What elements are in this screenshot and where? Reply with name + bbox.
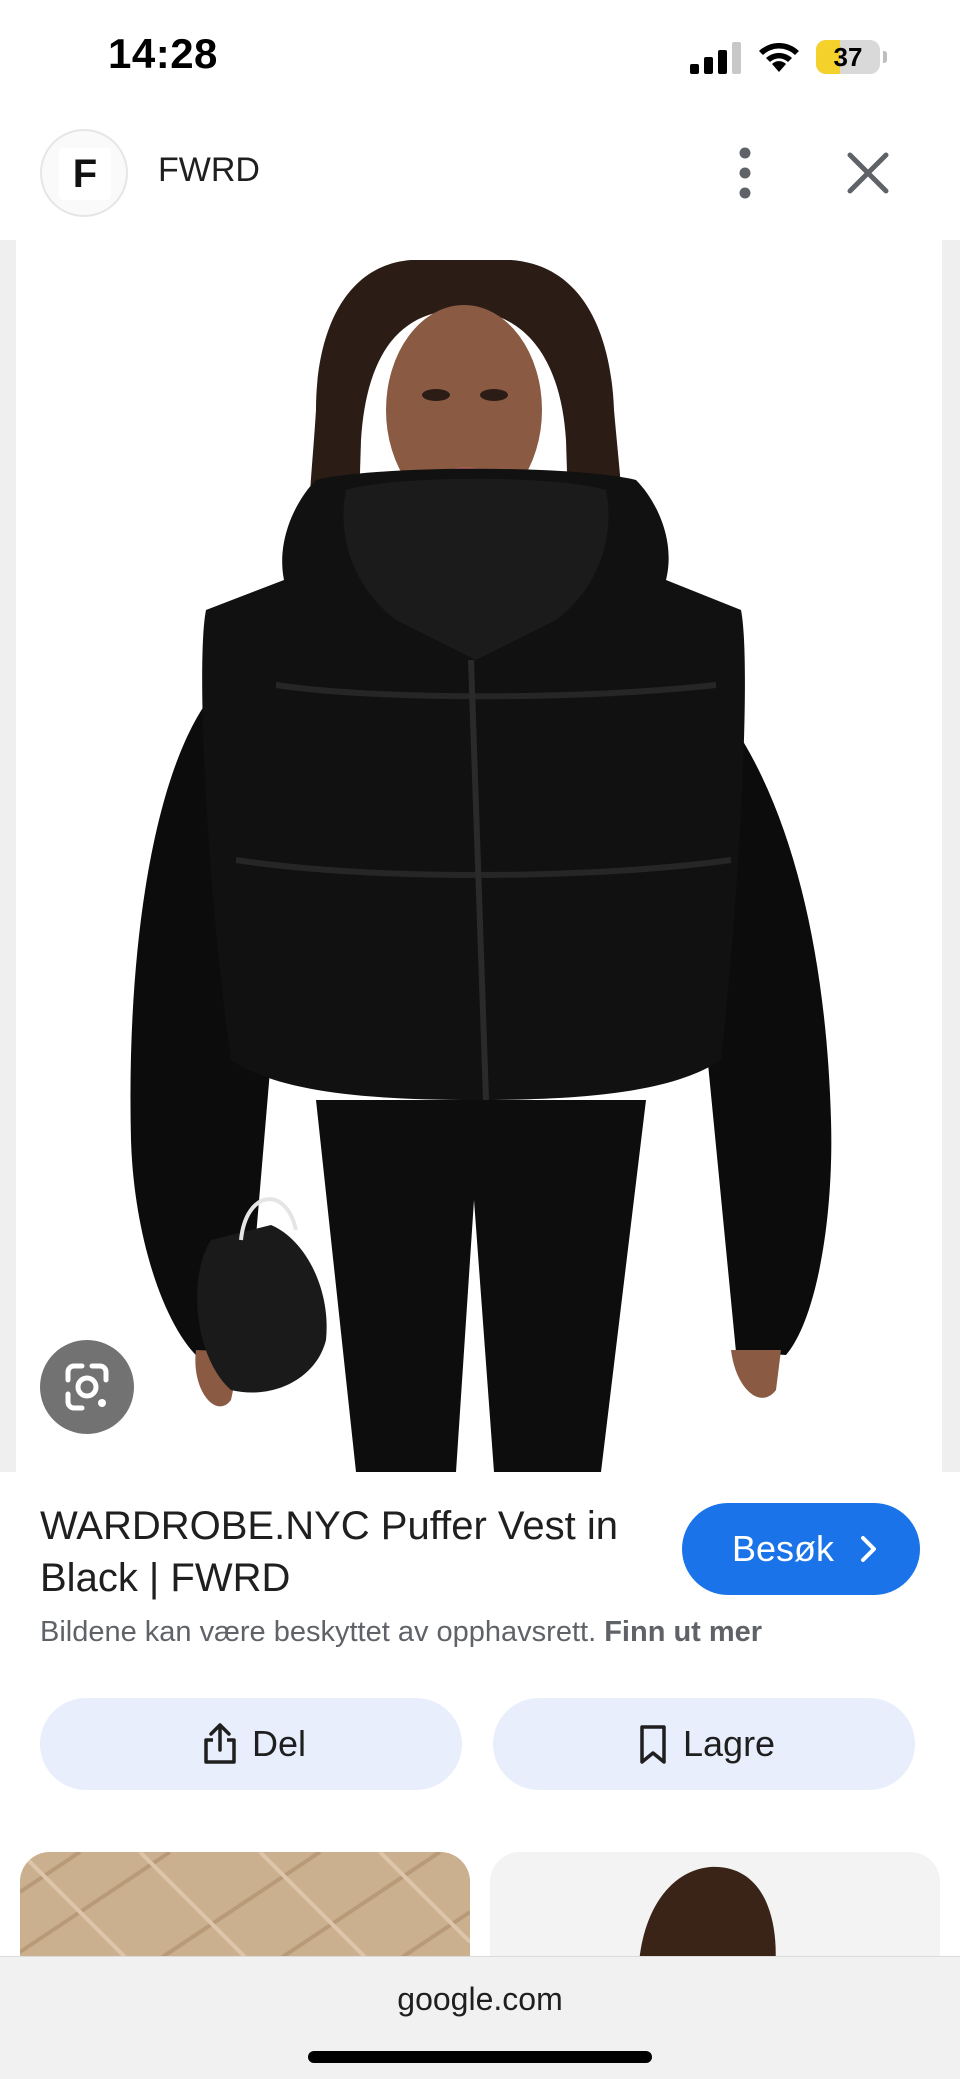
save-button[interactable]: Lagre [493, 1698, 915, 1790]
source-header: F FWRD [0, 115, 960, 240]
site-name[interactable]: FWRD [158, 151, 260, 190]
bookmark-icon [640, 1725, 666, 1764]
google-lens-button[interactable] [40, 1340, 134, 1434]
visit-button[interactable]: Besøk [682, 1503, 920, 1595]
share-icon [204, 1723, 236, 1764]
learn-more-link[interactable]: Finn ut mer [604, 1616, 762, 1648]
copyright-notice: Bildene kan være beskyttet av opphavsret… [40, 1616, 762, 1649]
save-label: Lagre [683, 1723, 776, 1764]
browser-address-bar: google.com [0, 1956, 960, 2079]
copyright-text: Bildene kan være beskyttet av opphavsret… [40, 1616, 597, 1648]
more-vert-icon[interactable] [720, 143, 770, 203]
wifi-icon [759, 43, 799, 72]
battery-level: 37 [833, 42, 863, 72]
image-viewer [0, 240, 960, 1472]
product-photo [16, 240, 942, 1472]
share-label: Del [252, 1723, 307, 1764]
site-logo[interactable]: F [40, 129, 128, 217]
status-bar: 14:28 37 [0, 0, 960, 115]
share-button[interactable]: Del [40, 1698, 462, 1790]
visit-button-label: Besøk [732, 1528, 835, 1569]
close-icon[interactable] [838, 143, 898, 203]
site-logo-letter: F [59, 148, 111, 200]
url-display[interactable]: google.com [0, 1981, 960, 2018]
cellular-signal-icon [690, 42, 741, 74]
status-time: 14:28 [108, 30, 218, 77]
home-indicator[interactable] [308, 2051, 652, 2063]
product-title[interactable]: WARDROBE.NYC Puffer Vest in Black | FWRD [40, 1500, 660, 1604]
google-lens-icon [65, 1363, 109, 1411]
product-image[interactable] [16, 240, 942, 1472]
battery-icon: 37 [816, 40, 887, 74]
chevron-right-icon [861, 1536, 876, 1562]
